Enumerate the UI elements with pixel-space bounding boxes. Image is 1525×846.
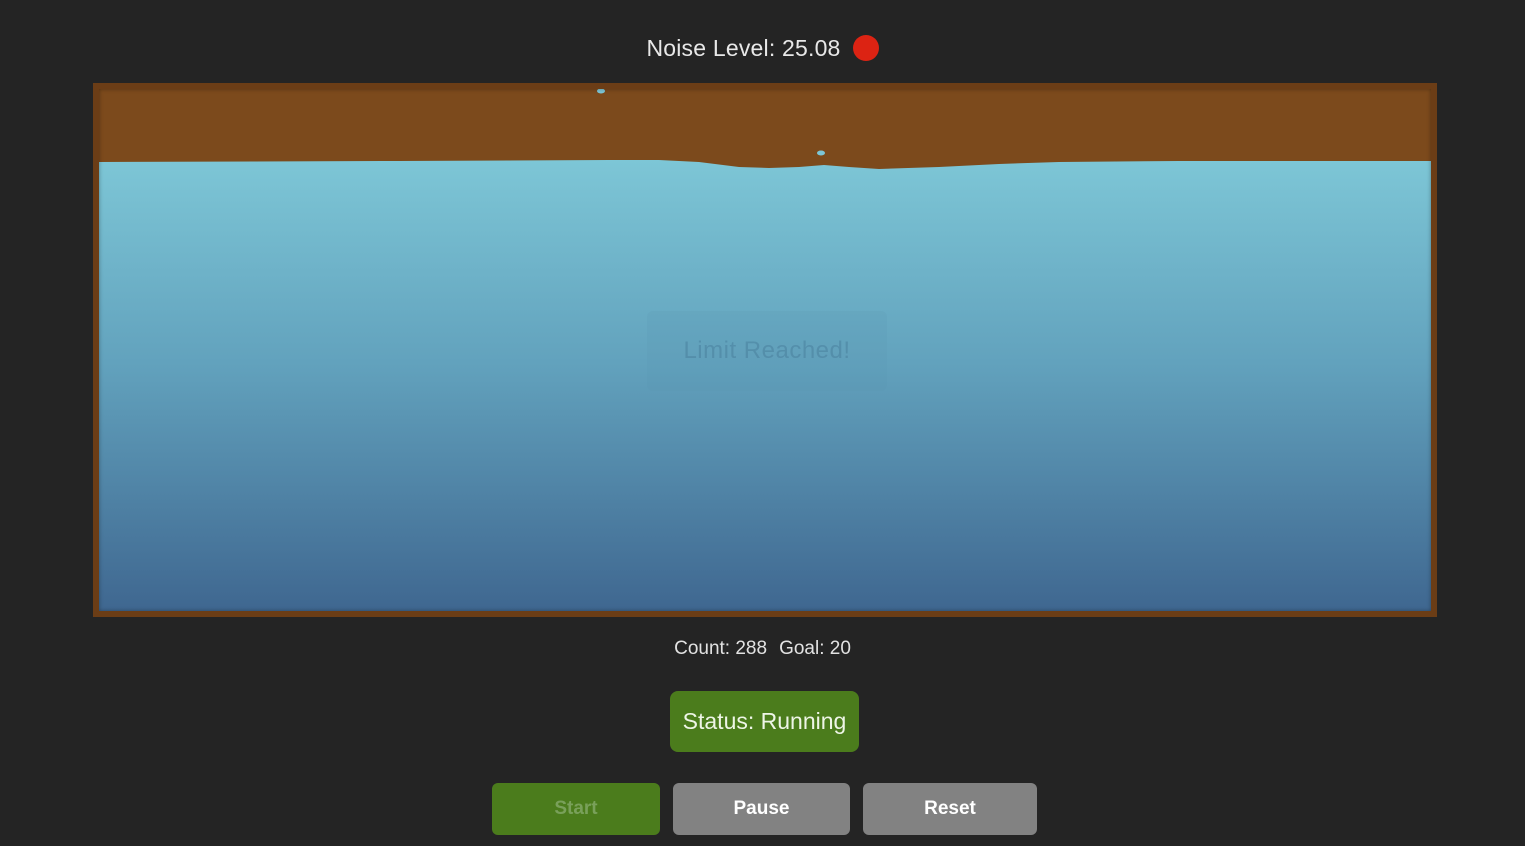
start-button[interactable]: Start (492, 783, 660, 835)
noise-level-header: Noise Level: 25.08 (0, 30, 1525, 66)
noise-level-label: Noise Level: 25.08 (646, 34, 841, 61)
count-label: Count: 288 (674, 638, 768, 659)
noise-indicator-icon (852, 35, 879, 61)
water-droplet (817, 150, 825, 156)
reset-button[interactable]: Reset (863, 783, 1037, 835)
goal-label: Goal: 20 (779, 638, 851, 659)
pause-button[interactable]: Pause (673, 783, 850, 835)
count-goal-row: Count: 288 Goal: 20 (0, 638, 1525, 660)
status-badge: Status: Running (670, 691, 859, 752)
limit-reached-overlay: Limit Reached! (647, 311, 887, 391)
water-tank: Limit Reached! (93, 83, 1437, 617)
water-droplet (597, 89, 605, 94)
